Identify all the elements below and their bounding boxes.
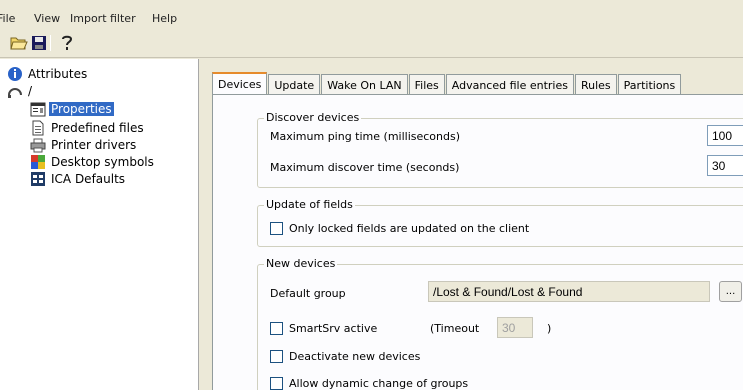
tab-content-devices: Discover devices Maximum ping time (mill… (212, 94, 743, 390)
tab-update[interactable]: Update (268, 74, 321, 95)
tree-item-properties[interactable]: Properties (30, 100, 114, 117)
tree-item-label: ICA Defaults (51, 171, 126, 186)
desktop-symbols-icon (31, 154, 45, 169)
tree-pane: Attributes / Properties Predefined files… (0, 59, 199, 390)
menu-file[interactable]: File (0, 12, 15, 25)
question-mark-icon[interactable] (58, 34, 76, 52)
tree-item-root[interactable]: / (7, 82, 34, 99)
group-title: New devices (264, 257, 338, 270)
tree-item-ica-defaults[interactable]: ICA Defaults (30, 170, 127, 187)
update-fields-group: Update of fields Only locked fields are … (257, 198, 743, 247)
tree-item-label: Printer drivers (51, 137, 137, 152)
discover-devices-group: Discover devices Maximum ping time (mill… (257, 111, 743, 188)
properties-panel: Devices Update Wake On LAN Files Advance… (200, 59, 743, 390)
tree-item-label: Properties (49, 101, 114, 116)
deactivate-new-devices-checkbox[interactable]: Deactivate new devices (270, 350, 420, 363)
timeout-input[interactable] (497, 317, 533, 338)
ica-icon (31, 171, 45, 186)
menu-bar: File View Import filter Help (0, 0, 743, 30)
default-group-label: Default group (270, 287, 346, 300)
document-icon (32, 120, 44, 135)
tree-item-predefined-files[interactable]: Predefined files (30, 119, 146, 136)
discover-time-input[interactable] (707, 155, 743, 176)
tree-item-printer-drivers[interactable]: Printer drivers (30, 136, 138, 153)
menu-help[interactable]: Help (152, 12, 177, 25)
checkbox-box[interactable] (270, 350, 283, 363)
checkbox-label: Deactivate new devices (289, 350, 421, 363)
info-icon (8, 66, 22, 81)
tab-strip: Devices Update Wake On LAN Files Advance… (212, 72, 682, 95)
only-locked-checkbox[interactable]: Only locked fields are updated on the cl… (270, 222, 529, 235)
toolbar-separator (50, 35, 51, 51)
ping-time-input[interactable] (707, 125, 743, 146)
tree-item-label: / (28, 83, 33, 98)
checkbox-label: Allow dynamic change of groups (289, 377, 469, 390)
printer-icon (30, 138, 46, 152)
checkbox-box[interactable] (270, 322, 283, 335)
tree-item-attributes[interactable]: Attributes (7, 65, 89, 82)
menu-import-filter[interactable]: Import filter (70, 12, 136, 25)
default-group-field[interactable] (428, 281, 710, 302)
checkbox-box[interactable] (270, 377, 283, 390)
folder-open-icon[interactable] (10, 34, 28, 52)
tree-item-label: Desktop symbols (51, 154, 154, 169)
tab-advanced-file-entries[interactable]: Advanced file entries (445, 74, 574, 95)
checkbox-label: SmartSrv active (289, 322, 378, 335)
network-root-icon (8, 87, 22, 98)
tab-wake-on-lan[interactable]: Wake On LAN (321, 74, 408, 95)
smartsrv-checkbox[interactable]: SmartSrv active (270, 322, 377, 335)
new-devices-group: New devices Default group ... SmartSrv a… (257, 257, 743, 390)
properties-icon (30, 102, 46, 116)
ping-time-label: Maximum ping time (milliseconds) (270, 130, 461, 143)
toolbar (0, 30, 743, 58)
tab-rules[interactable]: Rules (574, 74, 617, 95)
group-title: Discover devices (264, 111, 362, 124)
allow-dynamic-groups-checkbox[interactable]: Allow dynamic change of groups (270, 377, 468, 390)
floppy-disk-icon[interactable] (30, 34, 48, 52)
timeout-prefix: (Timeout (430, 322, 480, 335)
group-title: Update of fields (264, 198, 355, 211)
browse-button[interactable]: ... (719, 281, 742, 302)
timeout-suffix: ) (547, 322, 552, 335)
checkbox-label: Only locked fields are updated on the cl… (289, 222, 530, 235)
discover-time-label: Maximum discover time (seconds) (270, 161, 460, 174)
tree-item-label: Attributes (28, 66, 88, 81)
tab-devices[interactable]: Devices (212, 72, 268, 95)
tab-partitions[interactable]: Partitions (617, 74, 682, 95)
tree-item-desktop-symbols[interactable]: Desktop symbols (30, 153, 156, 170)
checkbox-box[interactable] (270, 222, 283, 235)
tab-files[interactable]: Files (408, 74, 445, 95)
menu-view[interactable]: View (34, 12, 60, 25)
tree-item-label: Predefined files (51, 120, 144, 135)
